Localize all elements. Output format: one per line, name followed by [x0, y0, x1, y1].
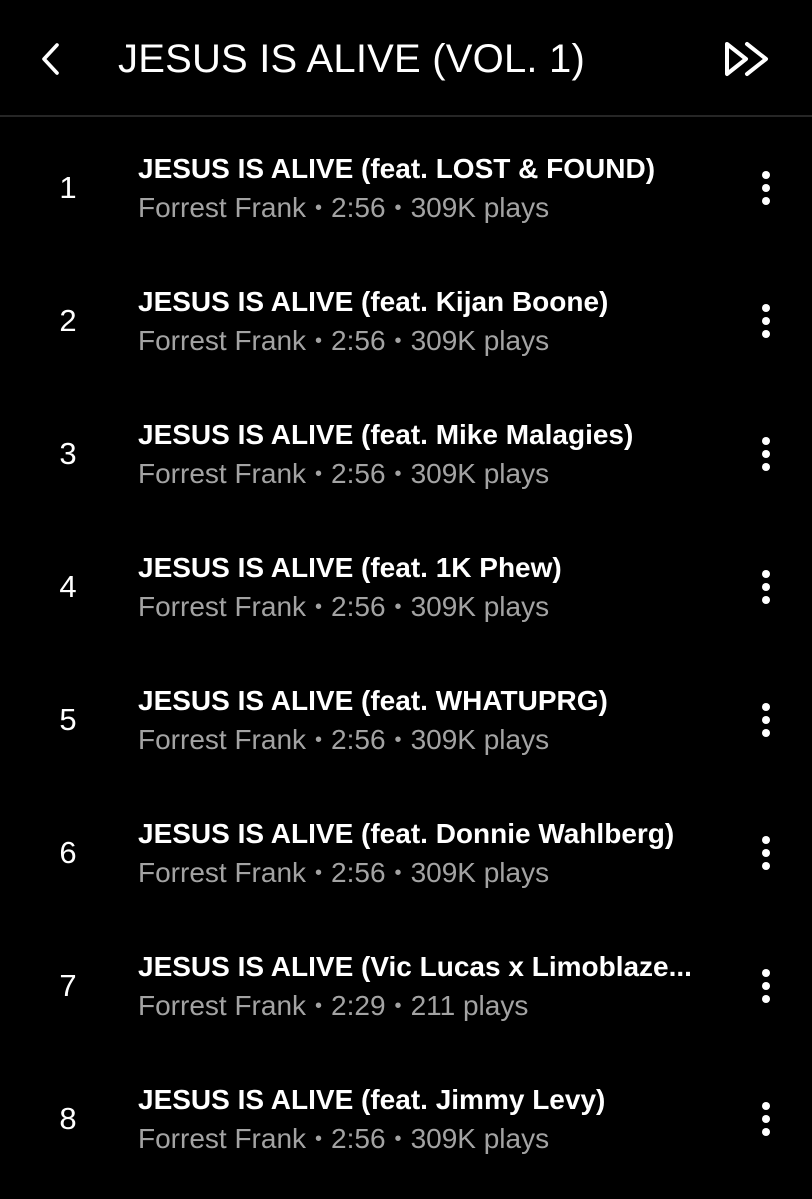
track-meta: Forrest Frank • 2:56 • 309K plays — [138, 191, 549, 225]
track-number: 5 — [59, 702, 77, 737]
separator-dot: • — [315, 995, 323, 1017]
track-artist: Forrest Frank — [138, 857, 307, 888]
track-duration: 2:56 — [331, 724, 386, 755]
track-row[interactable]: 4 JESUS IS ALIVE (feat. 1K Phew) Forrest… — [0, 519, 812, 652]
separator-dot: • — [315, 463, 323, 485]
track-title: JESUS IS ALIVE (feat. Donnie Wahlberg) — [138, 818, 675, 849]
track-plays: 309K plays — [410, 192, 550, 223]
track-meta: Forrest Frank • 2:56 • 309K plays — [138, 856, 549, 890]
more-vertical-icon — [762, 1102, 770, 1136]
track-number: 4 — [59, 569, 77, 604]
track-row[interactable]: 5 JESUS IS ALIVE (feat. WHATUPRG) Forres… — [0, 652, 812, 785]
track-row[interactable]: 1 JESUS IS ALIVE (feat. LOST & FOUND) Fo… — [0, 120, 812, 253]
track-number: 8 — [59, 1101, 77, 1136]
separator-dot: • — [394, 330, 402, 352]
track-number: 6 — [59, 835, 77, 870]
chevron-left-icon — [42, 43, 59, 75]
separator-dot: • — [394, 729, 402, 751]
track-title: JESUS IS ALIVE (feat. Jimmy Levy) — [138, 1084, 606, 1115]
more-vertical-icon — [762, 304, 770, 338]
separator-dot: • — [315, 330, 323, 352]
more-vertical-icon — [762, 171, 770, 205]
track-plays: 309K plays — [410, 1123, 550, 1154]
track-row[interactable]: 7 JESUS IS ALIVE (Vic Lucas x Limoblaze.… — [0, 918, 812, 1051]
more-options-button[interactable] — [746, 1097, 786, 1141]
track-artist: Forrest Frank — [138, 724, 307, 755]
separator-dot: • — [315, 729, 323, 751]
track-artist: Forrest Frank — [138, 192, 307, 223]
more-options-button[interactable] — [746, 964, 786, 1008]
more-options-button[interactable] — [746, 831, 786, 875]
separator-dot: • — [394, 862, 402, 884]
separator-dot: • — [315, 862, 323, 884]
track-duration: 2:56 — [331, 458, 386, 489]
more-options-button[interactable] — [746, 166, 786, 210]
track-number: 2 — [59, 303, 77, 338]
separator-dot: • — [315, 197, 323, 219]
track-meta: Forrest Frank • 2:56 • 309K plays — [138, 457, 549, 491]
track-artist: Forrest Frank — [138, 1123, 307, 1154]
track-duration: 2:56 — [331, 1123, 386, 1154]
double-chevron-right-icon — [725, 42, 768, 76]
separator-dot: • — [394, 463, 402, 485]
track-duration: 2:56 — [331, 591, 386, 622]
back-button[interactable] — [30, 36, 70, 82]
track-duration: 2:56 — [331, 325, 386, 356]
track-number: 3 — [59, 436, 77, 471]
track-number: 7 — [59, 968, 77, 1003]
track-duration: 2:56 — [331, 857, 386, 888]
separator-dot: • — [315, 1128, 323, 1150]
track-meta: Forrest Frank • 2:29 • 211 plays — [138, 989, 528, 1023]
track-plays: 211 plays — [410, 990, 529, 1021]
track-title: JESUS IS ALIVE (feat. 1K Phew) — [138, 552, 562, 583]
track-plays: 309K plays — [410, 857, 550, 888]
more-options-button[interactable] — [746, 299, 786, 343]
more-vertical-icon — [762, 570, 770, 604]
track-title: JESUS IS ALIVE (feat. Mike Malagies) — [138, 419, 634, 450]
separator-dot: • — [394, 596, 402, 618]
track-plays: 309K plays — [410, 591, 550, 622]
track-artist: Forrest Frank — [138, 990, 307, 1021]
track-row[interactable]: 2 JESUS IS ALIVE (feat. Kijan Boone) For… — [0, 253, 812, 386]
more-vertical-icon — [762, 969, 770, 1003]
separator-dot: • — [394, 1128, 402, 1150]
more-vertical-icon — [762, 703, 770, 737]
track-meta: Forrest Frank • 2:56 • 309K plays — [138, 590, 549, 624]
more-options-button[interactable] — [746, 565, 786, 609]
track-artist: Forrest Frank — [138, 591, 307, 622]
track-title: JESUS IS ALIVE (feat. LOST & FOUND) — [138, 153, 656, 184]
separator-dot: • — [315, 596, 323, 618]
track-row[interactable]: 3 JESUS IS ALIVE (feat. Mike Malagies) F… — [0, 386, 812, 519]
track-plays: 309K plays — [410, 458, 550, 489]
track-meta: Forrest Frank • 2:56 • 309K plays — [138, 1122, 549, 1156]
track-meta: Forrest Frank • 2:56 • 309K plays — [138, 723, 549, 757]
track-artist: Forrest Frank — [138, 458, 307, 489]
track-duration: 2:56 — [331, 192, 386, 223]
page-title: JESUS IS ALIVE (VOL. 1) — [118, 37, 586, 81]
track-meta: Forrest Frank • 2:56 • 309K plays — [138, 324, 549, 358]
separator-dot: • — [394, 197, 402, 219]
track-artist: Forrest Frank — [138, 325, 307, 356]
track-title: JESUS IS ALIVE (Vic Lucas x Limoblaze... — [138, 951, 692, 982]
track-plays: 309K plays — [410, 325, 550, 356]
track-title: JESUS IS ALIVE (feat. WHATUPRG) — [138, 685, 608, 716]
track-plays: 309K plays — [410, 724, 550, 755]
track-number: 1 — [59, 170, 77, 205]
track-row[interactable]: 8 JESUS IS ALIVE (feat. Jimmy Levy) Forr… — [0, 1051, 812, 1184]
track-row[interactable]: 6 JESUS IS ALIVE (feat. Donnie Wahlberg)… — [0, 785, 812, 918]
track-duration: 2:29 — [331, 990, 386, 1021]
more-options-button[interactable] — [746, 432, 786, 476]
skip-forward-button[interactable] — [718, 36, 774, 82]
more-options-button[interactable] — [746, 698, 786, 742]
more-vertical-icon — [762, 836, 770, 870]
top-app-bar: JESUS IS ALIVE (VOL. 1) — [0, 0, 812, 117]
track-title: JESUS IS ALIVE (feat. Kijan Boone) — [138, 286, 609, 317]
more-vertical-icon — [762, 437, 770, 471]
separator-dot: • — [394, 995, 402, 1017]
